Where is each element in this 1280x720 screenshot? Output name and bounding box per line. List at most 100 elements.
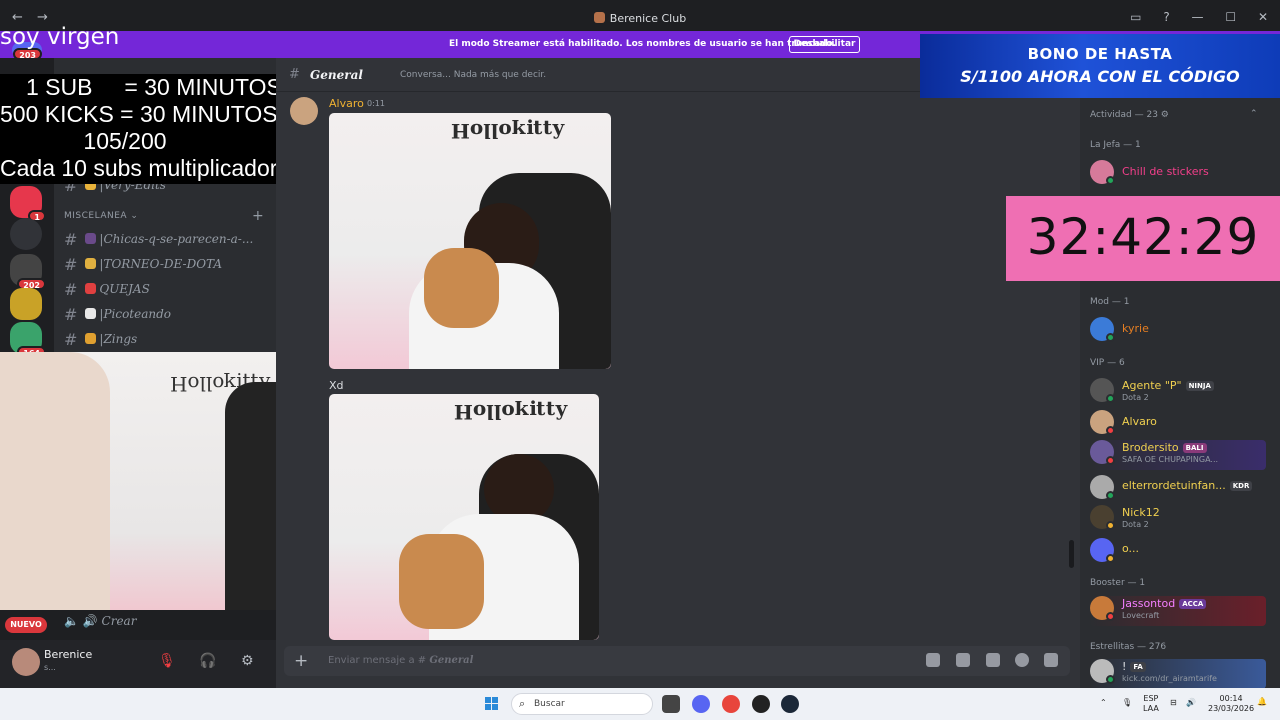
member-name: elterrordetuinfan... KDR <box>1122 479 1253 492</box>
member-tag: BALI <box>1182 443 1207 453</box>
hello-kitty-decal: ʎʇʇᴉʞolloH <box>451 119 566 143</box>
discord-logo-icon[interactable] <box>10 218 42 250</box>
search-icon: ⌕ <box>519 697 526 710</box>
discord-app-icon[interactable] <box>692 695 710 713</box>
member-name: Chill de stickers <box>1122 165 1209 178</box>
message-timestamp: 0:11 <box>367 99 385 108</box>
server-icon-4[interactable]: 164 <box>10 322 46 358</box>
channel-name: Zings <box>103 332 138 346</box>
sticker-icon[interactable] <box>986 653 1000 667</box>
streamer-mode-message: El modo Streamer está habilitado. Los no… <box>449 39 837 49</box>
channel-topic[interactable]: Conversa... Nada más que decir. <box>400 70 546 80</box>
chat-scrollbar[interactable] <box>1069 540 1074 568</box>
member-name: o... <box>1122 542 1140 555</box>
gift-icon[interactable] <box>926 653 940 667</box>
avatar[interactable] <box>12 648 40 676</box>
angry-icon <box>85 283 97 294</box>
new-badge[interactable]: NUEVO <box>5 617 47 633</box>
emoji-icon[interactable] <box>1015 653 1029 667</box>
rule-kicks: 500 KICKS = 30 MINUTOS <box>0 101 278 127</box>
user-panel: Berenice s... 🎙 🎧 ⚙ <box>0 640 276 688</box>
lang-code: ESP <box>1143 694 1159 703</box>
channel-name: Picoteando <box>103 307 172 321</box>
heart-icon <box>85 233 97 244</box>
voice-channel-name: Crear <box>101 614 137 628</box>
layout-code: LAA <box>1143 704 1159 713</box>
overlay-title: soy virgen <box>0 24 120 50</box>
group-header: Estrellitas — 276 <box>1090 642 1167 652</box>
channel-item-picoteando[interactable]: # |Picoteando <box>64 305 171 324</box>
member-activity: SAFA OE CHUPAPINGA... <box>1122 455 1219 464</box>
channel-item-torneo[interactable]: # |TORNEO-DE-DOTA <box>64 255 222 274</box>
member-item[interactable]: ! FA kick.com/dr_airamtarife <box>1090 659 1266 689</box>
close-icon[interactable]: ✕ <box>1258 10 1268 24</box>
server-icon-3[interactable] <box>10 288 42 320</box>
member-tag: ACCA <box>1179 599 1207 609</box>
banner-line-1: BONO DE HASTA <box>1027 45 1173 63</box>
message-composer[interactable]: + Enviar mensaje a # General <box>284 646 1070 676</box>
avatar[interactable] <box>290 97 318 125</box>
member-activity: Lovecraft <box>1122 611 1160 620</box>
mic-muted-icon[interactable]: 🎙 <box>158 653 176 669</box>
message-image-1[interactable]: ʎʇʇᴉʞolloH <box>329 113 611 369</box>
category-misc-header[interactable]: MISCELANEA ⌄ <box>64 211 138 221</box>
attach-plus-icon[interactable]: + <box>294 651 308 671</box>
apps-icon[interactable] <box>1044 653 1058 667</box>
chrome-app-icon[interactable] <box>722 695 740 713</box>
steam-app-icon[interactable] <box>781 695 799 713</box>
clock[interactable]: 00:14 23/03/2026 <box>1208 694 1254 714</box>
inbox-icon[interactable]: ▭ <box>1130 10 1141 24</box>
taskbar-search[interactable]: ⌕ Buscar <box>511 693 653 715</box>
activity-header[interactable]: Actividad — 23 ⚙ <box>1090 110 1169 120</box>
member-activity: kick.com/dr_airamtarife <box>1122 674 1217 683</box>
member-name: Alvaro <box>1122 415 1157 428</box>
windows-taskbar: ⌕ Buscar ⌃ 🎙 ESP LAA ⊟ 🔊 00:14 23/03/2026 … <box>0 688 1280 720</box>
member-name-text: elterrordetuinfan... <box>1122 479 1226 492</box>
overlay-rules: 1 SUB = 30 MINUTOS 500 KICKS = 30 MINUTO… <box>0 74 290 184</box>
channel-item-zings[interactable]: # |Zings <box>64 330 137 349</box>
settings-gear-icon[interactable]: ⚙ <box>241 653 254 669</box>
message-author[interactable]: Alvaro <box>329 97 364 110</box>
message-image-2[interactable]: ʎʇʇᴉʞolloH <box>329 394 599 640</box>
status-idle-icon <box>1106 521 1115 530</box>
collapse-chevron-icon[interactable]: ⌃ <box>1250 109 1258 119</box>
user-name: Berenice <box>44 648 93 661</box>
headphones-icon[interactable]: 🎧 <box>199 653 216 669</box>
obs-app-icon[interactable] <box>752 695 770 713</box>
member-name: Nick12 <box>1122 506 1160 519</box>
minimize-icon[interactable]: — <box>1192 10 1204 24</box>
hash-icon: # <box>64 305 78 324</box>
server-icon-2[interactable]: 202 <box>10 254 46 290</box>
channel-name: Chicas-q-se-parecen-a-... <box>103 232 254 246</box>
server-icon-1[interactable]: 1 <box>10 186 46 222</box>
notifications-icon[interactable]: 🔔 <box>1257 697 1267 707</box>
network-icon[interactable]: ⊟ <box>1170 698 1177 708</box>
windows-start-icon[interactable] <box>485 697 499 711</box>
composer-placeholder: Enviar mensaje a # General <box>328 655 473 666</box>
language-indicator[interactable]: ESP LAA <box>1143 694 1159 714</box>
channel-title[interactable]: General <box>310 68 363 82</box>
member-name: ! FA <box>1122 660 1146 673</box>
channel-item-quejas[interactable]: # QUEJAS <box>64 280 150 299</box>
member-activity: Dota 2 <box>1122 393 1149 402</box>
channel-item-chicas[interactable]: # |Chicas-q-se-parecen-a-... <box>64 230 253 249</box>
tray-chevron-icon[interactable]: ⌃ <box>1100 698 1107 708</box>
member-item[interactable]: Brodersito BALI SAFA OE CHUPAPINGA... <box>1090 440 1266 470</box>
status-dnd-icon <box>1106 612 1115 621</box>
microphone-icon[interactable]: 🎙 <box>1122 698 1132 708</box>
volume-icon[interactable]: 🔊 <box>1186 698 1196 708</box>
gif-icon[interactable] <box>956 653 970 667</box>
voice-channel-crear[interactable]: 🔈 🔊 Crear <box>64 614 136 628</box>
puppy <box>424 248 499 328</box>
member-tag: KDR <box>1229 481 1253 491</box>
help-icon[interactable]: ? <box>1163 10 1169 24</box>
task-view-icon[interactable] <box>662 695 680 713</box>
group-header: Mod — 1 <box>1090 297 1130 307</box>
add-channel-icon[interactable]: + <box>252 208 264 224</box>
member-item[interactable]: Jassontod ACCA Lovecraft <box>1090 596 1266 626</box>
disable-streamer-button[interactable]: Deshabilitar <box>789 36 860 53</box>
stream-timer: 32:42:29 <box>1006 196 1280 281</box>
message-text: Xd <box>329 379 344 392</box>
status-online-icon <box>1106 394 1115 403</box>
maximize-icon[interactable]: ☐ <box>1225 10 1236 24</box>
